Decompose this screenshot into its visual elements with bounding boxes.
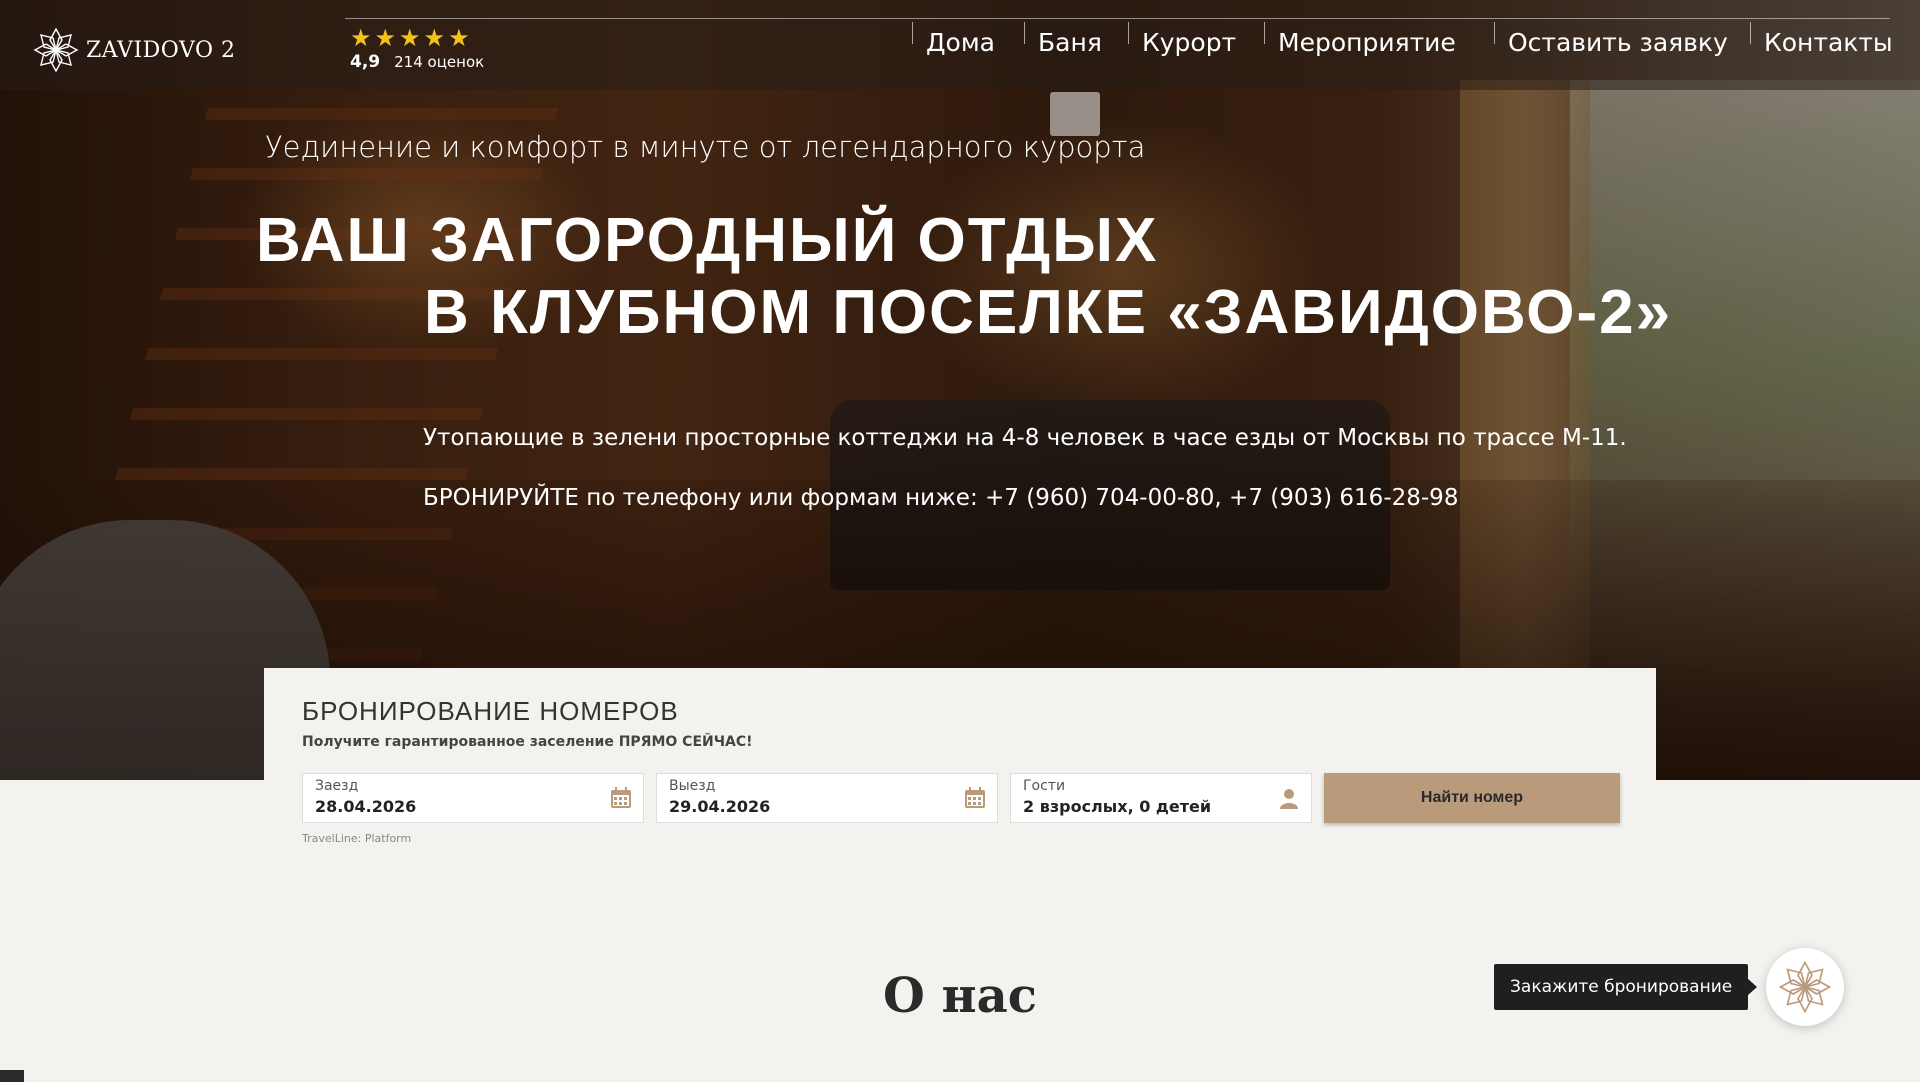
- hero-description: Утопающие в зелени просторные коттеджи н…: [423, 425, 1627, 451]
- guests-value: 2 взрослых, 0 детей: [1023, 797, 1212, 816]
- calendar-icon: [611, 787, 631, 808]
- main-nav: Дома Баня Курорт Мероприятие Оставить за…: [0, 20, 1920, 80]
- hero-background: [0, 0, 1920, 780]
- logo-flower-icon: [1778, 960, 1832, 1014]
- hero-tagline: Уединение и комфорт в минуте от легендар…: [265, 130, 1146, 164]
- booking-title: БРОНИРОВАНИЕ НОМЕРОВ: [302, 696, 679, 726]
- travelline-platform-link[interactable]: TravelLine: Platform: [302, 832, 411, 845]
- nav-item-events[interactable]: Мероприятие: [1264, 22, 1456, 57]
- hero-headline: ВАШ ЗАГОРОДНЫЙ ОТДЫХ В КЛУБНОМ ПОСЕЛКЕ «…: [256, 205, 1672, 349]
- checkin-field[interactable]: Заезд 28.04.2026: [302, 773, 644, 823]
- hero-booking-phones: БРОНИРУЙТЕ по телефону или формам ниже: …: [423, 485, 1459, 511]
- checkin-label: Заезд: [315, 778, 359, 794]
- header-divider: [345, 18, 1890, 19]
- nav-item-resort[interactable]: Курорт: [1128, 22, 1236, 57]
- checkout-label: Выезд: [669, 778, 716, 794]
- guests-label: Гости: [1023, 778, 1066, 794]
- nav-item-request[interactable]: Оставить заявку: [1494, 22, 1728, 57]
- nav-item-houses[interactable]: Дома: [912, 22, 995, 57]
- checkin-value: 28.04.2026: [315, 797, 417, 816]
- site-header: ZAVIDOVO 2 ★ ★ ★ ★ ★ 4,9 214 оценок Дома…: [0, 0, 1920, 90]
- headline-line-1: ВАШ ЗАГОРОДНЫЙ ОТДЫХ: [256, 206, 1159, 275]
- nav-item-contacts[interactable]: Контакты: [1750, 22, 1893, 57]
- booking-subtitle: Получите гарантированное заселение ПРЯМО…: [302, 734, 753, 750]
- checkout-value: 29.04.2026: [669, 797, 771, 816]
- headline-line-2: В КЛУБНОМ ПОСЕЛКЕ «ЗАВИДОВО-2»: [424, 278, 1673, 347]
- guests-field[interactable]: Гости 2 взрослых, 0 детей: [1010, 773, 1312, 823]
- calendar-icon: [965, 787, 985, 808]
- find-room-button[interactable]: Найти номер: [1324, 773, 1620, 823]
- person-icon: [1280, 789, 1298, 809]
- booking-widget: БРОНИРОВАНИЕ НОМЕРОВ Получите гарантиров…: [264, 668, 1656, 862]
- corner-widget-tab[interactable]: [0, 1070, 24, 1082]
- hero-overlay: [0, 0, 1920, 780]
- booking-tooltip: Закажите бронирование: [1494, 964, 1758, 1010]
- floating-booking-button[interactable]: [1766, 948, 1844, 1026]
- checkout-field[interactable]: Выезд 29.04.2026: [656, 773, 998, 823]
- nav-item-banya[interactable]: Баня: [1024, 22, 1102, 57]
